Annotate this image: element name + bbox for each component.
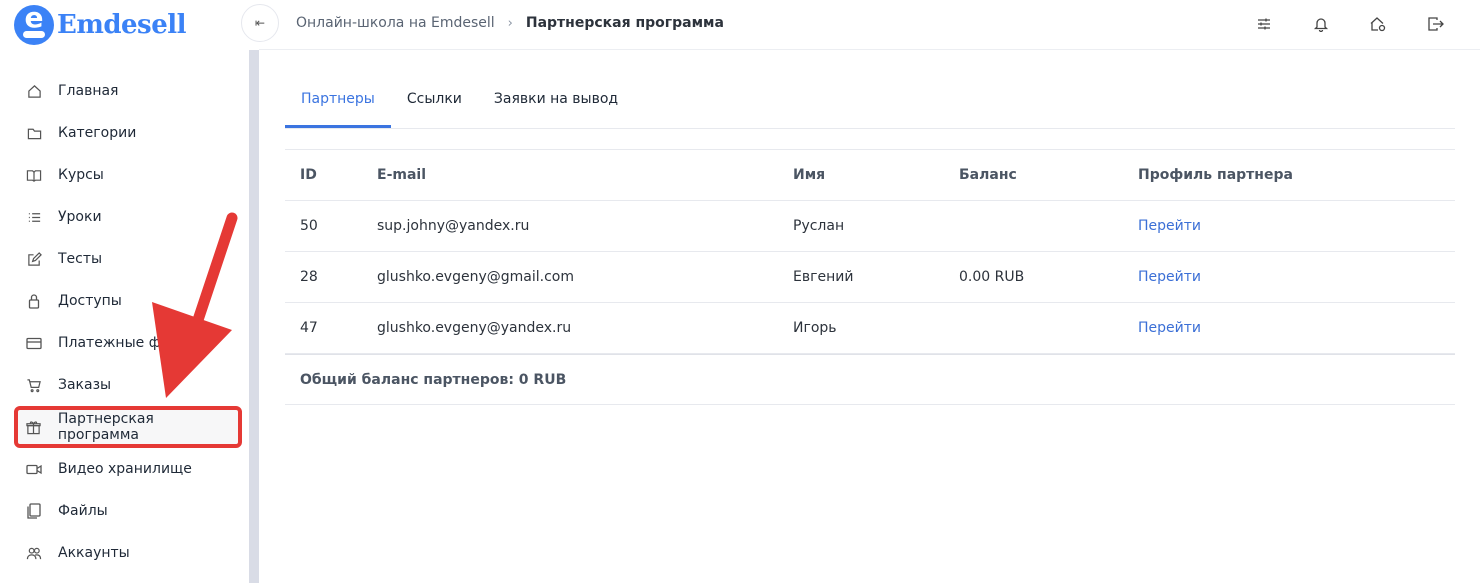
- header-actions: [1254, 14, 1480, 34]
- logo-mark-icon: e: [14, 5, 54, 45]
- card-icon: [26, 335, 42, 351]
- gift-icon: [26, 419, 42, 435]
- video-icon: [26, 461, 42, 477]
- sidebar-item-label: Видео хранилище: [58, 461, 192, 477]
- sidebar-item-label: Партнерская программа: [57, 411, 154, 443]
- tab-bar: Партнеры Ссылки Заявки на вывод: [285, 70, 1455, 129]
- cell-email: glushko.evgeny@gmail.com: [377, 269, 574, 285]
- sidebar-item-label: Уроки: [58, 209, 102, 225]
- total-partner-balance: Общий баланс партнеров: 0 RUB: [300, 371, 567, 388]
- cell-profile: Перейти: [1138, 218, 1455, 234]
- sidebar-item-courses[interactable]: Курсы: [14, 154, 242, 196]
- open-profile-link[interactable]: Перейти: [1138, 218, 1201, 234]
- edit-icon: [26, 251, 42, 267]
- open-profile-link[interactable]: Перейти: [1138, 320, 1201, 336]
- cell-balance: 0.00 RUB: [959, 269, 1025, 285]
- lock-icon: [26, 293, 42, 309]
- collapse-sidebar-button[interactable]: ⇤: [241, 4, 279, 42]
- tab-links[interactable]: Ссылки: [391, 70, 478, 128]
- brand-logo[interactable]: e Emdesell: [14, 5, 186, 45]
- partners-table: ID E-mail Имя Баланс Профиль партнера 50…: [285, 149, 1455, 405]
- sidebar-item-label: Файлы: [58, 503, 108, 519]
- breadcrumb-current: Партнерская программа: [525, 15, 724, 31]
- annotation-arrow-icon: [152, 212, 238, 398]
- file-icon: [26, 503, 42, 519]
- sidebar-item-home[interactable]: Главная: [14, 70, 242, 112]
- book-icon: [26, 167, 42, 183]
- open-profile-link[interactable]: Перейти: [1138, 269, 1201, 285]
- tab-partners[interactable]: Партнеры: [285, 70, 391, 128]
- column-header-email: E-mail: [377, 167, 427, 183]
- tab-withdrawal-requests[interactable]: Заявки на вывод: [478, 70, 634, 128]
- breadcrumb: Онлайн-школа на Emdesell › Партнерская п…: [296, 15, 724, 31]
- sidebar-item-files[interactable]: Файлы: [14, 490, 242, 532]
- sidebar-item-label: Курсы: [58, 167, 104, 183]
- users-icon: [26, 545, 42, 561]
- cell-profile: Перейти: [1138, 269, 1455, 285]
- sidebar-scrollbar[interactable]: [249, 50, 259, 583]
- breadcrumb-parent-link[interactable]: Онлайн-школа на Emdesell: [296, 15, 495, 31]
- collapse-icon: ⇤: [254, 16, 266, 30]
- brand-name: Emdesell: [57, 10, 186, 40]
- sidebar-item-label: Тесты: [58, 251, 103, 267]
- column-header-name: Имя: [793, 167, 826, 183]
- cell-email: glushko.evgeny@yandex.ru: [377, 320, 572, 336]
- table-row: 28 glushko.evgeny@gmail.com Евгений 0.00…: [285, 252, 1455, 303]
- column-header-balance: Баланс: [959, 167, 1017, 183]
- table-row: 50 sup.johny@yandex.ru Руслан Перейти: [285, 201, 1455, 252]
- chevron-right-icon: ›: [507, 15, 513, 31]
- cell-email: sup.johny@yandex.ru: [377, 218, 530, 234]
- sidebar-item-label: Категории: [58, 125, 137, 141]
- bell-icon[interactable]: [1311, 14, 1331, 34]
- sidebar-item-categories[interactable]: Категории: [14, 112, 242, 154]
- sliders-icon[interactable]: [1254, 14, 1274, 34]
- table-row: 47 glushko.evgeny@yandex.ru Игорь Перейт…: [285, 303, 1455, 354]
- cell-name: Игорь: [793, 320, 837, 336]
- cell-name: Евгений: [793, 269, 854, 285]
- sidebar-item-label: Заказы: [58, 377, 112, 393]
- cell-id: 50: [300, 218, 318, 234]
- sidebar-item-label: Главная: [58, 83, 119, 99]
- sidebar-item-label: Аккаунты: [58, 545, 130, 561]
- cart-icon: [26, 377, 42, 393]
- home-settings-icon[interactable]: [1368, 14, 1388, 34]
- sidebar-item-affiliate-program[interactable]: Партнерская программа: [14, 406, 242, 448]
- cell-name: Руслан: [793, 218, 845, 234]
- table-total-row: Общий баланс партнеров: 0 RUB: [285, 354, 1455, 405]
- column-header-id: ID: [300, 167, 317, 183]
- list-icon: [26, 209, 42, 225]
- cell-id: 28: [300, 269, 318, 285]
- cell-profile: Перейти: [1138, 320, 1455, 336]
- folder-icon: [26, 125, 42, 141]
- logout-icon[interactable]: [1425, 14, 1445, 34]
- sidebar-item-accounts[interactable]: Аккаунты: [14, 532, 242, 574]
- sidebar-item-video-storage[interactable]: Видео хранилище: [14, 448, 242, 490]
- home-icon: [26, 83, 42, 99]
- cell-id: 47: [300, 320, 318, 336]
- sidebar-item-label: Доступы: [58, 293, 122, 309]
- column-header-profile: Профиль партнера: [1138, 167, 1293, 183]
- table-header-row: ID E-mail Имя Баланс Профиль партнера: [285, 150, 1455, 201]
